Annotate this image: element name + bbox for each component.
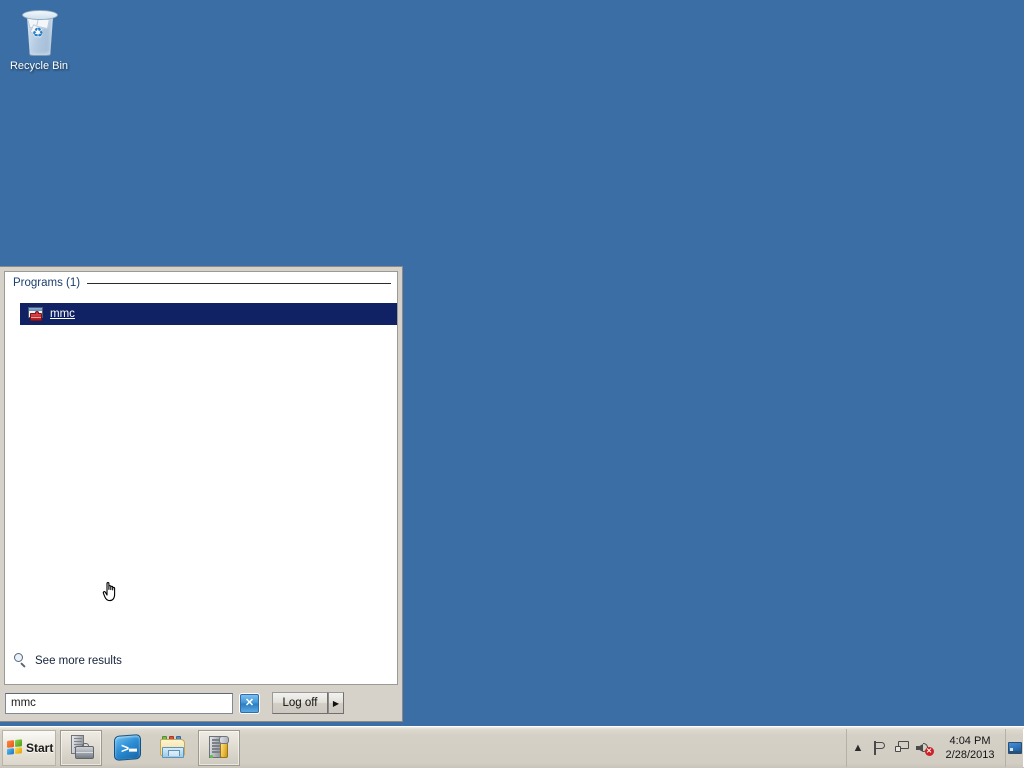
- chevron-up-icon: ▲: [852, 741, 864, 754]
- taskbar-button-server-manager[interactable]: [60, 729, 102, 766]
- explorer-folder-icon: [159, 735, 187, 760]
- logoff-button-group: Log off ▶: [272, 692, 344, 714]
- results-group-divider: [87, 282, 391, 284]
- taskbar-clock[interactable]: 4:04 PM 2/28/2013: [935, 734, 1005, 762]
- results-group-label: Programs (1): [13, 277, 81, 289]
- tray-volume-button[interactable]: ✕: [913, 729, 935, 767]
- tray-show-hidden-icons-button[interactable]: ▲: [847, 729, 869, 767]
- desktop[interactable]: ♻ Recycle Bin Programs (1) mmc See more …: [0, 0, 1024, 768]
- search-results-area: Programs (1) mmc See more results: [4, 271, 398, 685]
- taskbar-button-windows-powershell[interactable]: >: [106, 730, 148, 766]
- mmc-icon: [28, 306, 44, 322]
- see-more-results-label: See more results: [35, 654, 122, 667]
- magnifier-icon: [13, 653, 28, 668]
- show-desktop-button[interactable]: [1005, 728, 1024, 767]
- logoff-button[interactable]: Log off: [272, 692, 328, 714]
- start-menu-footer: ✕ Log off ▶: [0, 685, 402, 721]
- clear-search-button[interactable]: ✕: [240, 693, 259, 713]
- monitor-icon: [1008, 741, 1022, 754]
- recycle-bin-icon: ♻: [6, 6, 72, 58]
- action-center-flag-icon: [873, 740, 887, 755]
- see-more-results-link[interactable]: See more results: [13, 653, 122, 668]
- windows-logo-icon: [7, 739, 23, 756]
- desktop-icon-recycle-bin[interactable]: ♻ Recycle Bin: [6, 6, 72, 73]
- search-result-item-mmc[interactable]: mmc: [20, 303, 397, 325]
- powershell-icon: >: [113, 734, 141, 761]
- logoff-options-arrow[interactable]: ▶: [328, 692, 344, 714]
- tray-action-center-button[interactable]: [869, 729, 891, 767]
- mouse-cursor-hand: [102, 581, 116, 602]
- tray-network-button[interactable]: [891, 729, 913, 767]
- server-manager-icon: [67, 734, 95, 761]
- taskbar[interactable]: Start > ▲ ✕ 4:04 PM 2/28/2013: [0, 726, 1024, 768]
- taskbar-button-windows-explorer[interactable]: [152, 730, 194, 766]
- server-wrench-icon: [206, 735, 232, 760]
- start-button[interactable]: Start: [2, 729, 56, 766]
- clock-time: 4:04 PM: [949, 734, 991, 747]
- search-field-wrapper: [5, 692, 233, 714]
- search-input[interactable]: [5, 692, 233, 714]
- clock-date: 2/28/2013: [945, 748, 995, 761]
- start-menu-search-panel[interactable]: Programs (1) mmc See more results mmc ✕ …: [0, 266, 403, 722]
- search-result-label: mmc: [50, 308, 75, 320]
- taskbar-button-server-configuration-tool[interactable]: [198, 729, 240, 766]
- volume-muted-icon: ✕: [915, 741, 934, 756]
- results-group-header: Programs (1): [5, 272, 397, 291]
- desktop-icon-label: Recycle Bin: [9, 60, 69, 72]
- start-button-label: Start: [26, 740, 54, 755]
- mute-badge-icon: ✕: [924, 746, 934, 756]
- network-icon: [894, 741, 910, 754]
- system-tray: ▲ ✕ 4:04 PM 2/28/2013: [846, 728, 1024, 767]
